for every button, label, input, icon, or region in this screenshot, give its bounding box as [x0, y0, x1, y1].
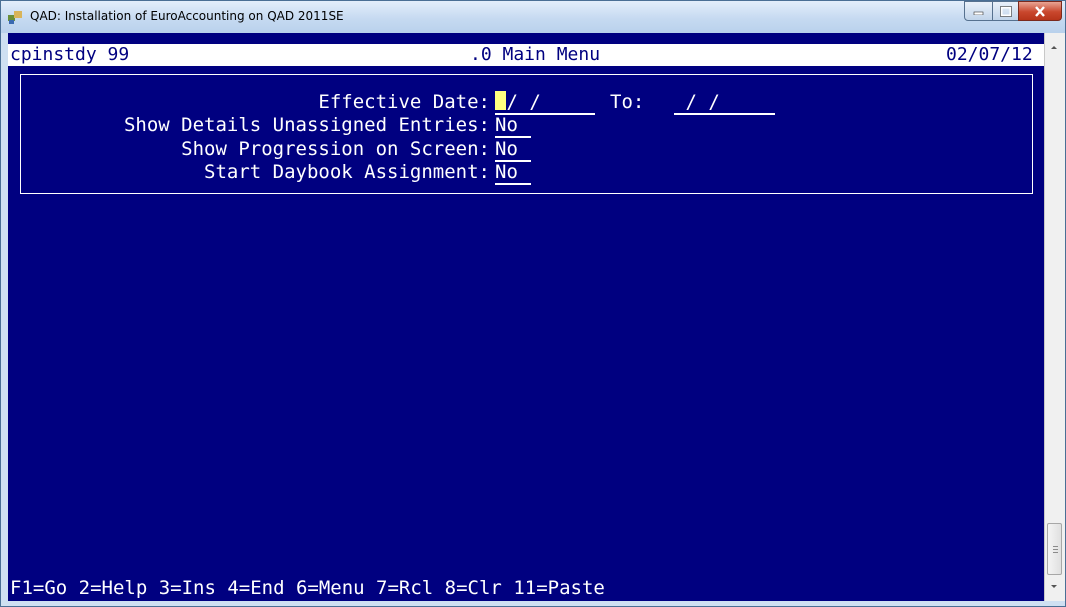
- function-key-bar: F1=Go 2=Help 3=Ins 4=End 6=Menu 7=Rcl 8=…: [8, 576, 1044, 600]
- effective-date-field[interactable]: / /: [495, 91, 595, 115]
- to-date-field[interactable]: / /: [674, 91, 775, 115]
- close-button[interactable]: [1018, 1, 1062, 21]
- show-details-label: Show Details Unassigned Entries:: [123, 114, 490, 136]
- to-date-label: To:: [610, 91, 645, 113]
- scroll-up-icon[interactable]: [1048, 41, 1060, 53]
- minimize-icon: [973, 11, 984, 15]
- scroll-thumb[interactable]: [1047, 523, 1062, 575]
- terminal-window: QAD: Installation of EuroAccounting on Q…: [0, 0, 1066, 607]
- program-name: cpinstdy 99: [10, 44, 130, 65]
- close-icon: [1035, 5, 1045, 17]
- scroll-down-icon[interactable]: [1048, 581, 1060, 593]
- grip-line: [1053, 552, 1058, 553]
- console-screen[interactable]: cpinstdy 99 .0 Main Menu 02/07/12 Effect…: [8, 33, 1044, 601]
- header-bar: cpinstdy 99 .0 Main Menu 02/07/12: [8, 44, 1044, 66]
- window-title: QAD: Installation of EuroAccounting on Q…: [30, 9, 344, 23]
- show-details-field[interactable]: No: [495, 114, 531, 138]
- vertical-scrollbar[interactable]: [1044, 33, 1065, 601]
- effective-date-label: Effective Date:: [318, 91, 490, 113]
- screen-date: 02/07/12: [946, 44, 1033, 65]
- show-progression-field[interactable]: No: [495, 138, 531, 162]
- show-progression-label: Show Progression on Screen:: [181, 138, 490, 160]
- grip-line: [1053, 549, 1058, 550]
- menu-name: .0 Main Menu: [470, 44, 601, 65]
- grip-line: [1053, 546, 1058, 547]
- maximize-button[interactable]: [992, 1, 1019, 21]
- app-icon: [8, 11, 22, 24]
- maximize-icon: [999, 5, 1012, 17]
- title-bar[interactable]: QAD: Installation of EuroAccounting on Q…: [1, 1, 1065, 33]
- minimize-button[interactable]: [964, 1, 993, 21]
- start-daybook-label: Start Daybook Assignment:: [204, 161, 490, 183]
- start-daybook-field[interactable]: No: [495, 161, 531, 185]
